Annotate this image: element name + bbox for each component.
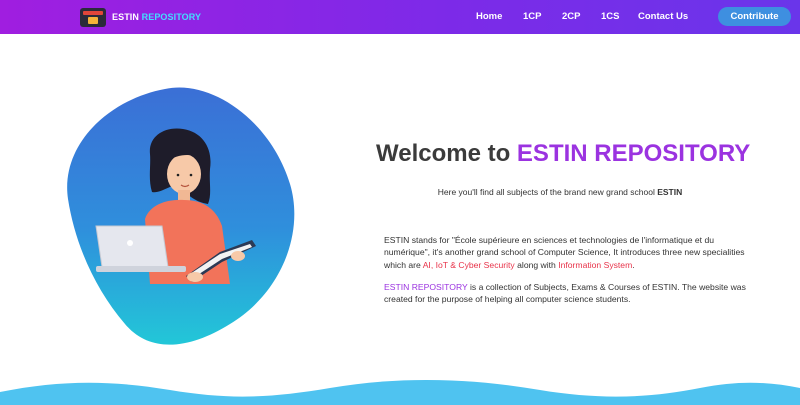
subtitle-bold: ESTIN [657,187,683,197]
top-navbar: ESTIN REPOSITORY Home 1CP 2CP 1CS Contac… [0,0,800,34]
intro-paragraph: ESTIN stands for "École supérieure en sc… [384,234,754,271]
subtitle-text: Here you'll find all subjects of the bra… [437,187,655,197]
para2-highlight: ESTIN REPOSITORY [384,282,468,292]
nav-link-1cp[interactable]: 1CP [523,11,541,22]
contribute-button[interactable]: Contribute [718,7,791,26]
woman-face [167,154,201,194]
para1-highlight-specialities: AI, IoT & Cyber Security [422,259,515,270]
para1-text-2: along with [517,259,556,270]
nav-link-contact-us[interactable]: Contact Us [638,11,688,22]
para1-highlight-information-system: Information System [558,259,633,270]
para1-end: . [632,259,635,270]
page-title: Welcome to ESTIN REPOSITORY [376,140,756,168]
hero-illustration [67,87,295,345]
nav-link-home[interactable]: Home [476,11,502,22]
nav-link-1cs[interactable]: 1CS [601,11,619,22]
nav-links: Home 1CP 2CP 1CS Contact Us [0,0,800,34]
subtitle: Here you'll find all subjects of the bra… [380,187,740,197]
laptop [95,225,169,268]
nav-link-2cp[interactable]: 2CP [562,11,580,22]
title-accent: ESTIN REPOSITORY [516,140,751,167]
about-paragraph: ESTIN REPOSITORY is a collection of Subj… [384,281,754,306]
footer-wave [0,379,800,405]
title-prefix: Welcome to [376,140,511,167]
